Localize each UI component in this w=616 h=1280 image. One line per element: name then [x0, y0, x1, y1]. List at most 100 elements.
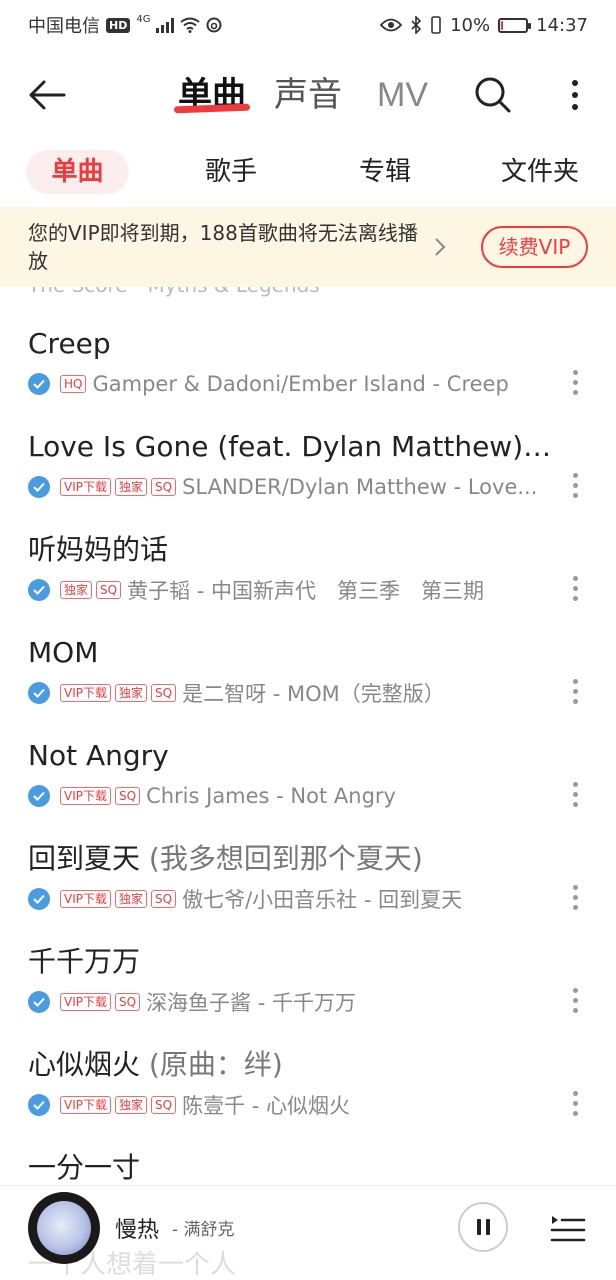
song-more-button[interactable] — [566, 673, 584, 709]
song-row[interactable]: 回到夏天 (我多想回到那个夏天) VIP下载 独家 SQ 傲七爷/小田音乐社 - 回到夏… — [0, 839, 616, 942]
vibrate-icon — [431, 16, 441, 34]
song-list[interactable]: The Score - Myths & Legends Creep HQ Gampe… — [0, 287, 616, 1185]
netease-music-icon — [206, 17, 222, 33]
song-artist-album: Chris James - Not Angry — [146, 784, 396, 808]
tab-voices[interactable]: 声音 — [274, 72, 342, 118]
hd-badge: HD — [106, 17, 131, 33]
quality-tag: VIP下载 — [60, 1096, 111, 1114]
subtab-singles[interactable]: 单曲 — [26, 150, 129, 194]
eye-icon — [380, 18, 403, 32]
song-title-main: 千千万万 — [28, 945, 141, 978]
now-playing-artist: - 满舒克 — [172, 1220, 235, 1240]
quality-tag: HQ — [60, 375, 87, 393]
network-type: 4G — [136, 13, 151, 25]
song-more-button[interactable] — [566, 1085, 584, 1121]
song-artist-album: SLANDER/Dylan Matthew - Love... — [182, 475, 538, 499]
song-artist-album: 傲七爷/小田音乐社 - 回到夏天 — [182, 888, 463, 912]
song-row[interactable]: Creep HQ Gamper & Dadoni/Ember Island - Cr… — [0, 324, 616, 427]
top-nav: 单曲 声音 MV — [0, 50, 616, 140]
more-vertical-icon — [572, 678, 578, 684]
song-meta: VIP下载 SQ 深海鱼子酱 - 千千万万 — [28, 987, 558, 1017]
song-row[interactable]: 一分一寸 — [0, 1148, 616, 1185]
song-row[interactable]: 千千万万 VIP下载 SQ 深海鱼子酱 - 千千万万 — [0, 942, 616, 1045]
song-row[interactable]: 心似烟火 (原曲：绊) VIP下载 独家 SQ 陈壹千 - 心似烟火 — [0, 1045, 616, 1148]
song-meta: HQ Gamper & Dadoni/Ember Island - Creep — [28, 369, 558, 399]
song-title-main: 回到夏天 — [28, 842, 141, 875]
song-more-button[interactable] — [566, 467, 584, 503]
song-more-button[interactable] — [566, 570, 584, 606]
quality-tag: VIP下载 — [60, 684, 111, 702]
more-vertical-icon — [572, 80, 578, 86]
song-title-alias: (原曲：绊) — [140, 1048, 283, 1081]
check-circle-icon — [28, 682, 50, 704]
sub-tabs: 单曲 歌手 专辑 文件夹 — [0, 150, 616, 194]
song-more-button[interactable] — [566, 364, 584, 400]
quality-tag: 独家 — [60, 581, 93, 599]
song-artist-album: Gamper & Dadoni/Ember Island - Creep — [92, 372, 509, 396]
song-row[interactable]: 听妈妈的话独家 SQ 黄子韬 - 中国新声代 第三季 第三期 — [0, 530, 616, 633]
check-circle-icon — [28, 1094, 50, 1116]
quality-tag: VIP下载 — [60, 478, 111, 496]
more-vertical-icon — [572, 369, 578, 375]
clock: 14:37 — [536, 14, 588, 36]
renew-vip-button[interactable]: 续费VIP — [481, 226, 588, 268]
song-row[interactable]: MOM VIP下载 独家 SQ 是二智呀 - MOM（完整版） — [0, 633, 616, 736]
vip-expiry-banner[interactable]: 您的VIP即将到期，188首歌曲将无法离线播放 续费VIP — [0, 207, 616, 287]
check-circle-icon — [28, 579, 50, 601]
song-title-main: 一分一寸 — [28, 1151, 141, 1184]
album-cover-image — [37, 1201, 91, 1255]
song-title: 听妈妈的话 — [28, 530, 558, 570]
song-more-button[interactable] — [566, 879, 584, 915]
song-title: Not Angry — [28, 736, 558, 776]
check-circle-icon — [28, 888, 50, 910]
pause-button[interactable] — [458, 1202, 508, 1252]
tab-mv[interactable]: MV — [377, 72, 428, 118]
playlist-icon[interactable] — [548, 1208, 588, 1248]
search-button[interactable] — [470, 72, 516, 118]
song-title: 回到夏天 (我多想回到那个夏天) — [28, 839, 558, 879]
song-title-main: Not Angry — [28, 739, 169, 772]
quality-tag: 独家 — [115, 684, 148, 702]
song-title-main: Love Is Gone (feat. Dylan Matthew) (... — [28, 430, 558, 463]
song-title-alias: (我多想回到那个夏天) — [140, 842, 423, 875]
song-row[interactable]: Not Angry VIP下载 SQ Chris James - Not Angry — [0, 736, 616, 839]
song-row[interactable]: Love Is Gone (feat. Dylan Matthew) (... V… — [0, 427, 616, 530]
song-more-button[interactable] — [566, 776, 584, 812]
quality-tag: SQ — [151, 1096, 177, 1114]
song-title-main: 心似烟火 — [28, 1048, 141, 1081]
subtab-artists[interactable]: 歌手 — [190, 150, 272, 194]
quality-tag: SQ — [151, 890, 177, 908]
quality-tag: VIP下载 — [60, 890, 111, 908]
song-more-button[interactable] — [566, 982, 584, 1018]
status-left: 中国电信 HD 4G — [28, 12, 222, 38]
song-artist-album: 黄子韬 - 中国新声代 第三季 第三期 — [127, 579, 485, 603]
more-vertical-icon — [572, 884, 578, 890]
subtab-albums[interactable]: 专辑 — [344, 150, 426, 194]
quality-tag: SQ — [96, 581, 122, 599]
more-vertical-icon — [572, 472, 578, 478]
quality-tag: SQ — [151, 478, 177, 496]
check-circle-icon — [28, 785, 50, 807]
quality-tag: VIP下载 — [60, 787, 111, 805]
more-options-button[interactable] — [552, 72, 598, 118]
song-title: Creep — [28, 324, 558, 364]
song-meta: VIP下载 SQ Chris James - Not Angry — [28, 781, 558, 811]
subtab-folders[interactable]: 文件夹 — [492, 150, 588, 194]
song-title: 心似烟火 (原曲：绊) — [28, 1045, 558, 1085]
more-vertical-icon — [572, 781, 578, 787]
more-vertical-icon — [572, 987, 578, 993]
song-title: 千千万万 — [28, 942, 558, 982]
battery-level — [501, 20, 504, 30]
song-artist-album: 深海鱼子酱 - 千千万万 — [146, 991, 356, 1015]
quality-tag: 独家 — [115, 478, 148, 496]
quality-tag: VIP下载 — [60, 993, 111, 1011]
back-button[interactable] — [24, 72, 70, 118]
quality-tag: SQ — [115, 993, 141, 1011]
album-art[interactable] — [28, 1192, 100, 1264]
song-title-main: MOM — [28, 636, 99, 669]
battery-icon — [498, 17, 532, 33]
song-meta: VIP下载 独家 SQ 陈壹千 - 心似烟火 — [28, 1090, 558, 1120]
mini-player[interactable]: 一个人想着一个人 慢热 - 满舒克 — [0, 1185, 616, 1280]
song-meta: VIP下载 独家 SQ 傲七爷/小田音乐社 - 回到夏天 — [28, 884, 558, 914]
check-circle-icon — [28, 476, 50, 498]
